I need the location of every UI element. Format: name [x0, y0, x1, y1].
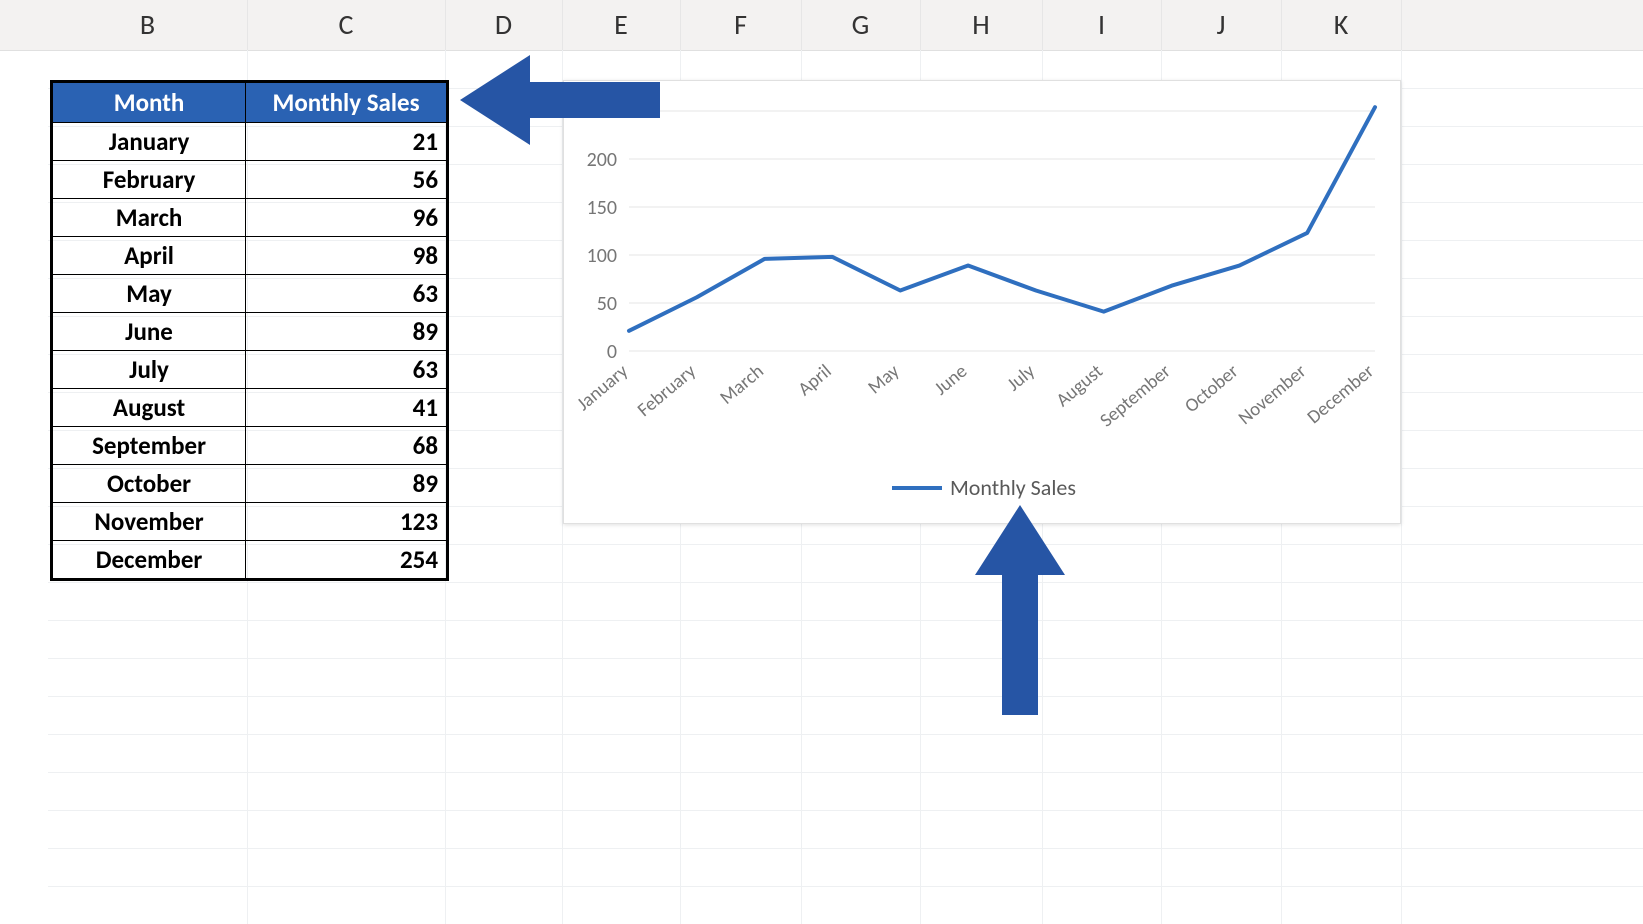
- y-tick-label: 0: [607, 340, 617, 364]
- table-header-month: Month: [53, 83, 246, 123]
- table-cell-value[interactable]: 56: [246, 161, 447, 199]
- x-tick-label: January: [572, 360, 633, 416]
- table-header-sales: Monthly Sales: [246, 83, 447, 123]
- table-cell-month[interactable]: February: [53, 161, 246, 199]
- col-header-B[interactable]: B: [48, 0, 248, 50]
- col-header-C[interactable]: C: [247, 0, 446, 50]
- spreadsheet-column-header-row: B C D E F G H I J K: [0, 0, 1643, 51]
- x-tick-label: February: [633, 360, 701, 422]
- table-cell-value[interactable]: 89: [246, 465, 447, 503]
- table-cell-value[interactable]: 96: [246, 199, 447, 237]
- arrow-up-to-legend: [975, 505, 1065, 720]
- x-tick-label: June: [930, 360, 972, 400]
- table-cell-month[interactable]: January: [53, 123, 246, 161]
- table-cell-month[interactable]: March: [53, 199, 246, 237]
- x-tick-label: August: [1052, 360, 1108, 412]
- table-cell-month[interactable]: May: [53, 275, 246, 313]
- table-cell-month[interactable]: April: [53, 237, 246, 275]
- table-row[interactable]: December254: [53, 541, 447, 579]
- table-row[interactable]: July63: [53, 351, 447, 389]
- table-row[interactable]: October89: [53, 465, 447, 503]
- table-row[interactable]: May63: [53, 275, 447, 313]
- x-tick-label: May: [864, 360, 905, 399]
- table-cell-value[interactable]: 63: [246, 351, 447, 389]
- x-tick-label: November: [1234, 360, 1311, 430]
- table-cell-value[interactable]: 41: [246, 389, 447, 427]
- table-cell-month[interactable]: December: [53, 541, 246, 579]
- chart-line-series: [629, 107, 1375, 331]
- table-cell-month[interactable]: June: [53, 313, 246, 351]
- y-tick-label: 100: [587, 244, 617, 268]
- table-cell-value[interactable]: 254: [246, 541, 447, 579]
- table-row[interactable]: February56: [53, 161, 447, 199]
- table-cell-value[interactable]: 98: [246, 237, 447, 275]
- table-cell-value[interactable]: 123: [246, 503, 447, 541]
- table-row[interactable]: September68: [53, 427, 447, 465]
- table-cell-month[interactable]: September: [53, 427, 246, 465]
- chart-legend-label: Monthly Sales: [950, 474, 1076, 501]
- col-header-I[interactable]: I: [1042, 0, 1162, 50]
- x-tick-label: October: [1180, 360, 1243, 418]
- table-cell-value[interactable]: 68: [246, 427, 447, 465]
- line-chart[interactable]: 050100150200250JanuaryFebruaryMarchApril…: [563, 80, 1401, 524]
- table-cell-value[interactable]: 21: [246, 123, 447, 161]
- table-row[interactable]: April98: [53, 237, 447, 275]
- table-cell-value[interactable]: 89: [246, 313, 447, 351]
- chart-legend: Monthly Sales: [892, 474, 1076, 501]
- y-tick-label: 200: [587, 148, 617, 172]
- col-header-E[interactable]: E: [562, 0, 681, 50]
- x-tick-label: April: [794, 360, 837, 401]
- col-header-H[interactable]: H: [920, 0, 1043, 50]
- y-tick-label: 150: [587, 196, 617, 220]
- table-row[interactable]: January21: [53, 123, 447, 161]
- col-header-G[interactable]: G: [801, 0, 921, 50]
- table-cell-month[interactable]: November: [53, 503, 246, 541]
- data-table[interactable]: Month Monthly Sales January21February56M…: [50, 80, 449, 581]
- x-tick-label: July: [1003, 360, 1040, 397]
- col-header-K[interactable]: K: [1281, 0, 1402, 50]
- y-tick-label: 50: [597, 292, 617, 316]
- table-cell-month[interactable]: July: [53, 351, 246, 389]
- table-cell-month[interactable]: August: [53, 389, 246, 427]
- table-row[interactable]: November123: [53, 503, 447, 541]
- table-row[interactable]: March96: [53, 199, 447, 237]
- arrow-right-to-table-header: [460, 55, 660, 150]
- col-header-F[interactable]: F: [680, 0, 802, 50]
- col-header-D[interactable]: D: [445, 0, 563, 50]
- table-cell-value[interactable]: 63: [246, 275, 447, 313]
- x-tick-label: September: [1096, 360, 1176, 432]
- x-tick-label: March: [716, 360, 769, 410]
- table-row[interactable]: August41: [53, 389, 447, 427]
- chart-svg: 050100150200250JanuaryFebruaryMarchApril…: [564, 81, 1400, 523]
- table-row[interactable]: June89: [53, 313, 447, 351]
- x-tick-label: December: [1303, 360, 1379, 429]
- table-cell-month[interactable]: October: [53, 465, 246, 503]
- col-header-J[interactable]: J: [1161, 0, 1282, 50]
